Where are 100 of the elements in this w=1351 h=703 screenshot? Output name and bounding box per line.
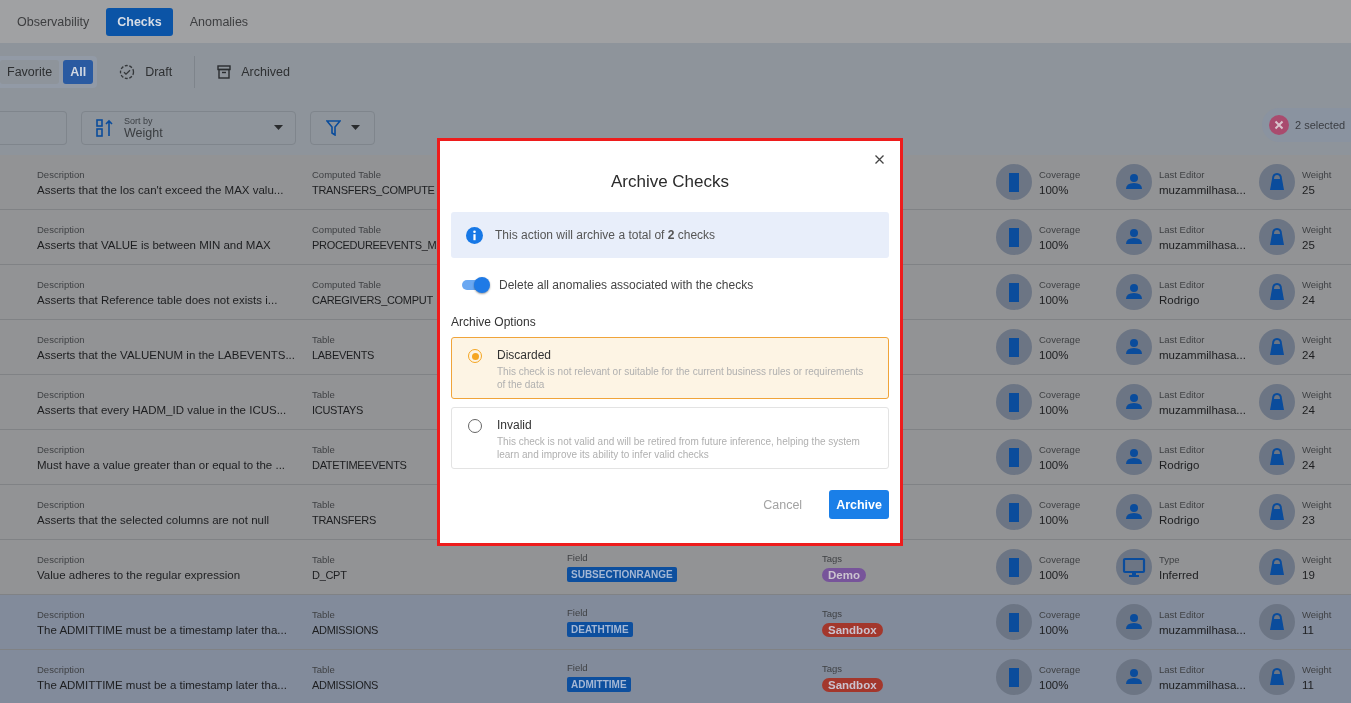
editor-value: muzammilhasa... [1159, 403, 1246, 416]
column-label: Tags [822, 552, 843, 564]
column-label: Computed Table [312, 223, 381, 235]
option-card[interactable]: Invalid This check is not valid and will be retired from future inference, helping the system learn and improve its ability to infer valid checks [451, 407, 889, 469]
column-label: Weight [1302, 168, 1332, 180]
view-button[interactable]: Archived [217, 64, 312, 79]
bar-icon [996, 384, 1032, 420]
weight-value: 11 [1302, 678, 1314, 691]
description-text: Asserts that the los can't exceed the MAX valu... [37, 183, 284, 196]
tab[interactable]: Anomalies [178, 7, 260, 36]
weight-value: 24 [1302, 403, 1315, 416]
description-text: Asserts that the selected columns are not null [37, 513, 270, 526]
weight-icon [1259, 164, 1295, 200]
coverage-value: 100% [1039, 183, 1069, 196]
weight-icon [1259, 604, 1295, 640]
dialog-title: Archive Checks [609, 172, 731, 192]
table-name: TRANSFERS_COMPUTE [312, 183, 435, 196]
coverage-value: 100% [1039, 348, 1069, 361]
field-badge: ADMITTIME [567, 677, 631, 692]
column-label: Weight [1302, 553, 1332, 565]
check-row[interactable]: Description The ADMITTIME must be a timestamp later tha... Table ADMISSIONS Field DEATHTIME Tags Sandbox Coverage 100% Last Editor muzammilhasa... Weight 11 [0, 595, 1351, 650]
person-icon [1116, 659, 1152, 695]
archive-box-icon [217, 64, 232, 79]
check-row[interactable]: Description The ADMITTIME must be a timestamp later tha... Table ADMISSIONS Field ADMITTIME Tags Sandbox Coverage 100% Last Editor muzammilhasa... Weight 11 [0, 650, 1351, 703]
person-icon [1116, 439, 1152, 475]
filter-icon [325, 119, 341, 136]
weight-value: 23 [1302, 513, 1315, 526]
caret-icon [274, 125, 283, 130]
column-label: Description [37, 663, 85, 675]
tab[interactable]: Observability [6, 7, 101, 36]
column-label: Table [312, 443, 335, 455]
weight-icon [1259, 219, 1295, 255]
column-label: Description [37, 333, 85, 345]
column-label: Last Editor [1159, 168, 1205, 180]
column-label: Coverage [1039, 553, 1081, 565]
coverage-value: 100% [1039, 513, 1069, 526]
bar-icon [996, 494, 1032, 530]
column-label: Table [312, 608, 335, 620]
description-text: Value adheres to the regular expression [37, 568, 241, 581]
filter-button[interactable] [310, 110, 375, 145]
column-label: Field [567, 607, 588, 618]
editor-value: muzammilhasa... [1159, 348, 1246, 361]
column-label: Description [37, 388, 85, 400]
caret-icon [350, 125, 360, 130]
column-label: Field [567, 552, 588, 563]
info-text: This action will archive a total of 2 checks [495, 228, 716, 242]
bar-icon [996, 549, 1032, 585]
tab[interactable]: Checks [106, 7, 173, 36]
column-label: Last Editor [1159, 278, 1205, 290]
description-text: Asserts that VALUE is between MIN and MAX [37, 238, 271, 251]
weight-icon [1259, 384, 1295, 420]
sort-icon [96, 118, 114, 137]
table-name: ADMISSIONS [312, 623, 379, 636]
table-name: LABEVENTS [312, 348, 375, 361]
column-label: Coverage [1039, 663, 1081, 675]
coverage-value: 100% [1039, 238, 1069, 251]
cancel-button[interactable]: Cancel [756, 490, 810, 519]
coverage-value: 100% [1039, 403, 1069, 416]
editor-value: muzammilhasa... [1159, 238, 1246, 251]
segment-button[interactable]: Favorite [0, 59, 60, 84]
column-label: Coverage [1039, 443, 1081, 455]
clear-selection-icon[interactable] [1269, 115, 1289, 135]
description-text: The ADMITTIME must be a timestamp later tha... [37, 623, 287, 636]
bar-icon [996, 164, 1032, 200]
sort-dropdown[interactable]: Sort by Weight [81, 110, 296, 145]
column-label: Coverage [1039, 278, 1081, 290]
column-label: Description [37, 443, 85, 455]
column-label: Table [312, 388, 335, 400]
column-label: Weight [1302, 498, 1332, 510]
sort-value: Weight [124, 125, 164, 140]
description-text: Asserts that every HADM_ID value in the ICUS... [37, 403, 287, 416]
weight-value: 24 [1302, 293, 1315, 306]
monitor-icon [1116, 549, 1152, 585]
weight-value: 24 [1302, 348, 1315, 361]
table-name: CAREGIVERS_COMPUT [312, 293, 433, 306]
column-label: Coverage [1039, 498, 1081, 510]
column-label: Coverage [1039, 388, 1081, 400]
editor-value: muzammilhasa... [1159, 678, 1246, 691]
bar-icon [996, 219, 1032, 255]
close-icon[interactable] [873, 153, 886, 166]
archive-button[interactable]: Archive [829, 490, 889, 519]
field-badge: SUBSECTIONRANGE [567, 567, 677, 582]
person-icon [1116, 604, 1152, 640]
column-label: Coverage [1039, 608, 1081, 620]
table-name: D_CPT [312, 568, 347, 581]
person-icon [1116, 164, 1152, 200]
segment-button[interactable]: All [63, 59, 94, 84]
column-label: Last Editor [1159, 498, 1205, 510]
tag: Sandbox [822, 677, 883, 692]
description-text: Asserts that Reference table does not exists i... [37, 293, 278, 306]
toggle-switch[interactable] [461, 277, 490, 293]
person-icon [1116, 384, 1152, 420]
sort-label: Sort by [124, 115, 154, 126]
view-button[interactable]: Draft [119, 63, 195, 80]
weight-icon [1259, 439, 1295, 475]
weight-value: 11 [1302, 623, 1314, 636]
person-icon [1116, 274, 1152, 310]
option-card[interactable]: Discarded This check is not relevant or suitable for the current business rules or requirements of the data [451, 337, 889, 399]
column-label: Table [312, 333, 335, 345]
column-label: Weight [1302, 388, 1332, 400]
